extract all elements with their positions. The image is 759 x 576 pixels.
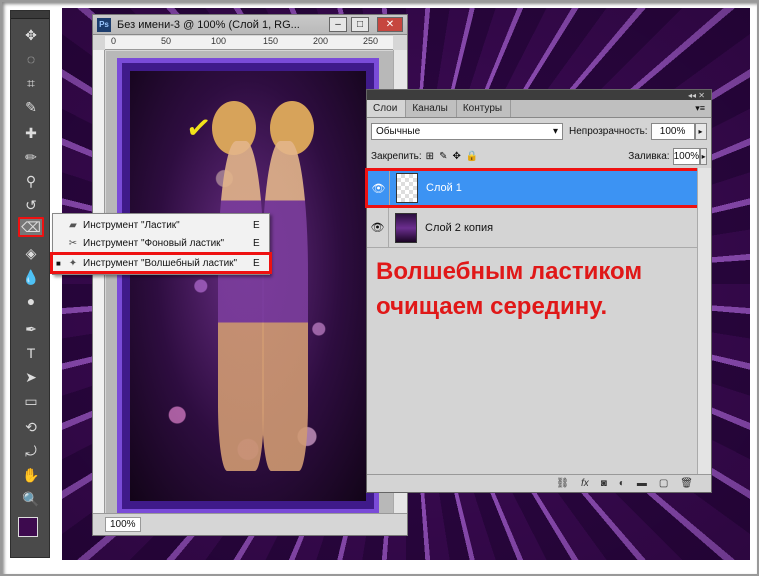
brush-tool-icon[interactable]: ✏ (18, 147, 44, 167)
fill-field[interactable]: 100% (672, 147, 701, 165)
opacity-slider-button[interactable]: ▸ (694, 122, 707, 140)
visibility-eye-icon[interactable]: 👁 (367, 208, 389, 247)
blend-mode-select[interactable]: Обычные ▾ (371, 122, 563, 140)
tab-channels[interactable]: Каналы (406, 100, 457, 117)
flyout-item-label: Инструмент "Волшебный ластик" (83, 257, 238, 269)
flyout-item-shortcut: E (253, 237, 260, 249)
ruler-mark: 250 (363, 36, 379, 46)
panel-tabs: Слои Каналы Контуры ▾≡ (367, 100, 711, 118)
eraser-tool-flyout: ▰ Инструмент "Ластик" E ✂ Инструмент "Фо… (50, 213, 272, 275)
healing-brush-icon[interactable]: ✚ (18, 123, 44, 143)
close-button[interactable]: ✕ (377, 17, 403, 32)
lock-position-icon[interactable]: ✥ (452, 151, 460, 162)
opacity-label: Непрозрачность: (569, 125, 648, 137)
panel-header[interactable]: ◂◂ ✕ (367, 90, 711, 100)
background-eraser-item[interactable]: ✂ Инструмент "Фоновый ластик" E (53, 234, 269, 252)
mask-icon[interactable]: ◙ (601, 478, 607, 489)
maximize-button[interactable]: □ (351, 17, 369, 32)
lock-label: Закрепить: (371, 150, 422, 162)
magic-eraser-icon: ✦ (68, 257, 78, 269)
pen-tool-icon[interactable]: ✒ (18, 319, 44, 339)
ruler-mark: 150 (263, 36, 279, 46)
lock-pixels-icon[interactable]: ✎ (439, 151, 447, 162)
ruler-mark: 100 (211, 36, 227, 46)
layer-thumbnail (395, 212, 417, 243)
lasso-tool-icon[interactable]: ◌ (18, 49, 44, 69)
current-tool-marker: ■ (56, 258, 61, 268)
fx-icon[interactable]: fx (581, 478, 589, 489)
woman-left-figure (218, 141, 264, 471)
woman-right-figure (262, 141, 308, 471)
history-brush-icon[interactable]: ↺ (18, 195, 44, 215)
layer-thumbnail (396, 173, 418, 203)
lock-transparency-icon[interactable]: ⊞ (426, 151, 434, 162)
tools-panel: ✥ ◌ ⌗ ✎ ✚ ✏ ⚲ ↺ ⌫ ◈ 💧 ● ✒ T ➤ ▭ ⟲ ⤾ ✋ 🔍 (10, 10, 50, 558)
layer-name[interactable]: Слой 2 копия (425, 222, 493, 234)
new-layer-icon[interactable]: ▢ (659, 478, 668, 489)
ruler-mark: 50 (161, 36, 172, 46)
3d-rotate-icon[interactable]: ⟲ (18, 417, 44, 437)
eraser-tool-item[interactable]: ▰ Инструмент "Ластик" E (53, 216, 269, 234)
layer-row[interactable]: 👁 Слой 1 (365, 168, 701, 208)
fill-slider-button[interactable]: ▸ (700, 147, 707, 165)
ruler-mark: 0 (111, 36, 117, 46)
blur-tool-icon[interactable]: 💧 (18, 267, 44, 287)
flyout-item-label: Инструмент "Ластик" (83, 219, 180, 231)
background-eraser-icon: ✂ (68, 237, 78, 249)
photo-image (117, 58, 379, 513)
blend-mode-value: Обычные (376, 125, 421, 137)
crop-tool-icon[interactable]: ⌗ (18, 73, 44, 93)
zoom-tool-icon[interactable]: 🔍 (18, 489, 44, 509)
group-icon[interactable]: ▬ (637, 478, 647, 489)
lock-all-icon[interactable]: 🔒 (466, 151, 478, 162)
layer-name[interactable]: Слой 1 (426, 182, 462, 194)
zoom-level[interactable]: 100% (105, 517, 141, 532)
3d-orbit-icon[interactable]: ⤾ (18, 441, 44, 461)
link-icon[interactable]: ⛓ (556, 478, 569, 489)
collapse-panel-icon[interactable]: ◂◂ ✕ (688, 91, 705, 100)
type-tool-icon[interactable]: T (18, 343, 44, 363)
blend-row: Обычные ▾ Непрозрачность: 100% ▸ (371, 121, 707, 141)
tab-layers[interactable]: Слои (367, 100, 407, 117)
document-title: Без имени-3 @ 100% (Слой 1, RG... (117, 18, 300, 31)
chevron-down-icon: ▾ (552, 125, 558, 137)
tab-paths[interactable]: Контуры (457, 100, 512, 117)
dodge-tool-icon[interactable]: ● (18, 291, 44, 311)
panel-menu-icon[interactable]: ▾≡ (695, 103, 705, 114)
minimize-button[interactable]: – (329, 17, 347, 32)
hand-tool-icon[interactable]: ✋ (18, 465, 44, 485)
visibility-eye-icon[interactable]: 👁 (368, 171, 390, 205)
ruler-mark: 200 (313, 36, 329, 46)
fill-label: Заливка: (628, 150, 670, 162)
instruction-text: Волшебным ластиком очищаем середину. (376, 258, 643, 320)
opacity-field[interactable]: 100% (650, 122, 695, 140)
adjustment-icon[interactable]: ◐ (619, 478, 625, 489)
horizontal-ruler: 0 50 100 150 200 250 (105, 36, 393, 50)
photoshop-logo-icon: Ps (97, 17, 111, 32)
eraser-tool-icon[interactable]: ⌫ (18, 217, 44, 237)
move-tool-icon[interactable]: ✥ (18, 25, 44, 45)
rectangle-tool-icon[interactable]: ▭ (18, 391, 44, 411)
document-window: Ps Без имени-3 @ 100% (Слой 1, RG... – □… (92, 14, 408, 536)
vertical-ruler (93, 50, 105, 513)
trash-icon[interactable]: 🗑 (680, 478, 693, 489)
yellow-checkmark: ✓ (183, 110, 214, 147)
paint-bucket-icon[interactable]: ◈ (18, 243, 44, 263)
eyedropper-tool-icon[interactable]: ✎ (18, 97, 44, 117)
stamp-tool-icon[interactable]: ⚲ (18, 171, 44, 191)
magic-eraser-item[interactable]: ■ ✦ Инструмент "Волшебный ластик" E (50, 252, 272, 274)
eraser-icon: ▰ (69, 219, 77, 231)
flyout-item-label: Инструмент "Фоновый ластик" (83, 237, 225, 249)
panel-footer: ⛓ fx ◙ ◐ ▬ ▢ 🗑 (367, 474, 711, 492)
flyout-item-shortcut: E (253, 219, 260, 231)
canvas-area[interactable]: ✓ (106, 51, 394, 513)
foreground-color-swatch[interactable] (18, 517, 38, 537)
layer-row[interactable]: 👁 Слой 2 копия (367, 208, 698, 248)
tools-panel-header[interactable] (11, 11, 49, 19)
path-selection-icon[interactable]: ➤ (18, 367, 44, 387)
lock-row: Закрепить: ⊞ ✎ ✥ 🔒 Заливка: 100% ▸ (371, 146, 707, 166)
flyout-item-shortcut: E (253, 257, 260, 269)
document-status-bar: 100% (93, 513, 407, 535)
